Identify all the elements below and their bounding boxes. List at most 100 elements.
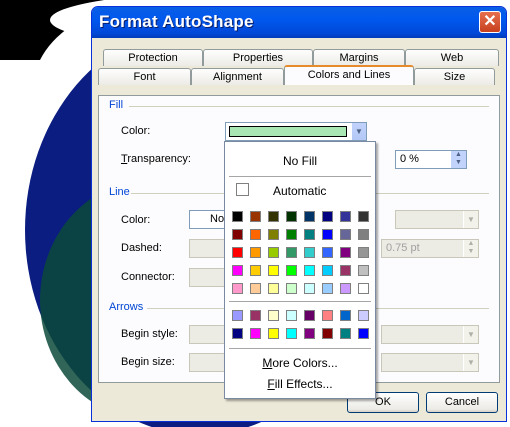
color-swatch[interactable]: [232, 283, 243, 294]
fill-color-swatch: [229, 126, 347, 137]
color-swatch[interactable]: [340, 247, 351, 258]
fill-color-label: Color:: [121, 125, 151, 137]
tab-protection[interactable]: Protection: [103, 49, 203, 66]
line-weight-input[interactable]: 0.75 pt ▲ ▼: [381, 239, 479, 258]
tab-font[interactable]: Font: [98, 68, 191, 85]
color-swatch[interactable]: [322, 211, 333, 222]
color-swatch[interactable]: [286, 229, 297, 240]
color-swatch[interactable]: [358, 211, 369, 222]
chevron-down-icon[interactable]: ▼: [463, 211, 478, 228]
color-swatch[interactable]: [250, 310, 261, 321]
popup-separator: [229, 301, 371, 302]
color-swatch[interactable]: [340, 310, 351, 321]
connector-label: Connector:: [121, 271, 175, 283]
color-swatch[interactable]: [250, 229, 261, 240]
more-colors-option[interactable]: More Colors...: [225, 356, 375, 370]
color-swatch[interactable]: [322, 310, 333, 321]
color-swatch[interactable]: [268, 247, 279, 258]
color-swatch[interactable]: [250, 211, 261, 222]
color-swatch[interactable]: [340, 229, 351, 240]
tab-size[interactable]: Size: [414, 68, 495, 85]
fill-group-label: Fill: [109, 99, 124, 111]
chevron-down-icon[interactable]: ▼: [463, 326, 478, 343]
dashed-label: Dashed:: [121, 242, 162, 254]
color-swatch[interactable]: [268, 328, 279, 339]
no-fill-option[interactable]: No Fill: [225, 154, 375, 168]
tab-alignment[interactable]: Alignment: [191, 68, 284, 85]
tab-properties[interactable]: Properties: [203, 49, 313, 66]
popup-separator: [229, 348, 371, 349]
color-swatch[interactable]: [358, 283, 369, 294]
color-swatch[interactable]: [268, 265, 279, 276]
spinner-icon[interactable]: ▲ ▼: [451, 151, 466, 168]
color-swatch[interactable]: [322, 283, 333, 294]
color-swatch[interactable]: [250, 265, 261, 276]
tab-colors-and-lines[interactable]: Colors and Lines: [284, 65, 414, 85]
color-swatch[interactable]: [322, 247, 333, 258]
line-style-dropdown[interactable]: ▼: [395, 210, 479, 229]
color-swatch[interactable]: [286, 265, 297, 276]
tab-web[interactable]: Web: [405, 49, 499, 66]
color-swatch[interactable]: [304, 211, 315, 222]
color-swatch[interactable]: [358, 310, 369, 321]
color-swatch[interactable]: [250, 247, 261, 258]
close-icon: ✕: [483, 13, 497, 30]
color-swatch[interactable]: [340, 328, 351, 339]
close-button[interactable]: ✕: [479, 11, 501, 33]
automatic-swatch[interactable]: [236, 183, 249, 196]
color-swatch[interactable]: [268, 310, 279, 321]
color-swatch[interactable]: [232, 229, 243, 240]
fill-divider: [129, 106, 489, 107]
color-swatch[interactable]: [286, 211, 297, 222]
color-swatch[interactable]: [250, 283, 261, 294]
color-swatch[interactable]: [322, 328, 333, 339]
color-swatch[interactable]: [232, 310, 243, 321]
tab-margins[interactable]: Margins: [313, 49, 405, 66]
title-bar: Format AutoShape ✕: [92, 7, 506, 38]
color-swatch[interactable]: [358, 265, 369, 276]
color-swatch[interactable]: [304, 328, 315, 339]
color-swatch[interactable]: [340, 283, 351, 294]
color-swatch[interactable]: [322, 265, 333, 276]
color-swatch[interactable]: [340, 211, 351, 222]
color-swatch[interactable]: [322, 229, 333, 240]
color-swatch[interactable]: [286, 310, 297, 321]
arrows-group-label: Arrows: [109, 301, 144, 313]
color-swatch[interactable]: [250, 328, 261, 339]
cancel-button[interactable]: Cancel: [426, 392, 498, 413]
color-swatch[interactable]: [232, 247, 243, 258]
color-swatch[interactable]: [286, 328, 297, 339]
fill-color-popup: No Fill Automatic More Colors... Fill Ef…: [224, 141, 376, 399]
color-swatch[interactable]: [232, 328, 243, 339]
color-swatch[interactable]: [358, 328, 369, 339]
begin-size-label: Begin size:: [121, 356, 175, 368]
color-swatch[interactable]: [304, 310, 315, 321]
color-swatch[interactable]: [232, 265, 243, 276]
color-swatch[interactable]: [358, 229, 369, 240]
end-size-dropdown[interactable]: ▼: [381, 353, 479, 372]
color-swatch[interactable]: [268, 283, 279, 294]
chevron-down-icon[interactable]: ▼: [463, 354, 478, 371]
color-swatch[interactable]: [304, 265, 315, 276]
color-swatch[interactable]: [232, 211, 243, 222]
color-swatch[interactable]: [304, 229, 315, 240]
color-swatch[interactable]: [286, 247, 297, 258]
fill-effects-option[interactable]: Fill Effects...: [225, 377, 375, 391]
chevron-down-icon[interactable]: ▼: [351, 123, 366, 140]
line-group-label: Line: [109, 186, 130, 198]
end-style-dropdown[interactable]: ▼: [381, 325, 479, 344]
color-swatch[interactable]: [268, 211, 279, 222]
color-swatch[interactable]: [286, 283, 297, 294]
color-swatch[interactable]: [340, 265, 351, 276]
popup-separator: [229, 176, 371, 177]
color-swatch[interactable]: [304, 283, 315, 294]
color-swatch[interactable]: [358, 247, 369, 258]
automatic-option[interactable]: Automatic: [273, 184, 326, 198]
color-swatch[interactable]: [304, 247, 315, 258]
color-swatch[interactable]: [268, 229, 279, 240]
transparency-label: Transparency:: [121, 153, 191, 165]
line-color-label: Color:: [121, 214, 151, 226]
transparency-input[interactable]: 0 % ▲ ▼: [395, 150, 467, 169]
spinner-icon[interactable]: ▲ ▼: [463, 240, 478, 257]
fill-color-dropdown[interactable]: ▼: [225, 122, 367, 141]
